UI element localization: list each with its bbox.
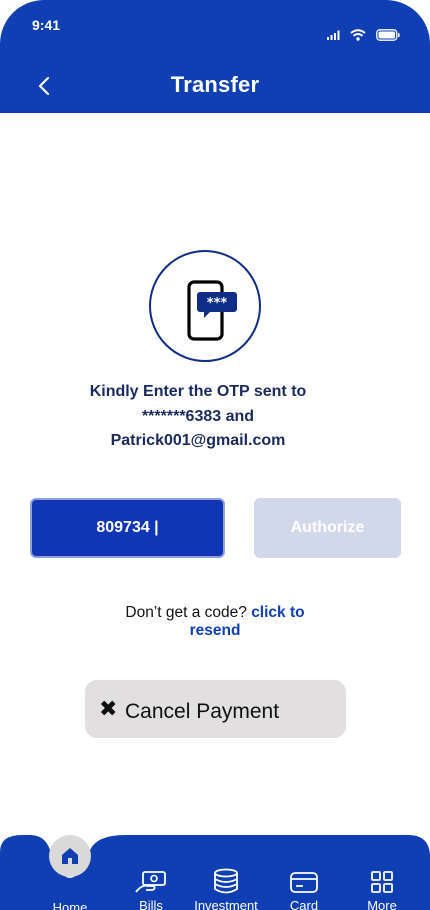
tab-bills[interactable]: Bills xyxy=(111,868,191,910)
tab-more[interactable]: More xyxy=(342,868,422,910)
cancel-payment-label: Cancel Payment xyxy=(125,700,280,723)
status-icons xyxy=(327,29,400,41)
page-title: Transfer xyxy=(170,72,260,97)
more-icon xyxy=(371,871,393,893)
phone-screen: 9:41 Transfer *** Kindly Enter the OTP s… xyxy=(0,0,430,910)
battery-icon xyxy=(376,29,400,41)
header: 9:41 Transfer xyxy=(0,0,430,113)
close-icon: ✖ xyxy=(99,696,118,721)
otp-input[interactable]: 809734 | xyxy=(30,498,225,558)
card-icon xyxy=(290,872,318,893)
otp-message: Kindly Enter the OTP sent to *******6383… xyxy=(89,383,307,449)
tab-card[interactable]: Card xyxy=(264,868,344,910)
home-icon xyxy=(62,848,78,864)
tab-card-label: Card xyxy=(289,898,319,910)
phone-message-icon: *** xyxy=(187,280,237,341)
authorize-button[interactable]: Authorize xyxy=(254,498,401,558)
tab-home[interactable] xyxy=(49,835,91,877)
otp-illustration: *** xyxy=(149,250,261,362)
resend-prompt: Don’t get a code? xyxy=(125,604,252,621)
cancel-payment-button[interactable]: ✖ Cancel Payment xyxy=(85,680,346,738)
status-time: 9:41 xyxy=(32,17,61,33)
signal-icon xyxy=(327,30,340,40)
tab-investment[interactable]: Investment xyxy=(186,868,266,910)
tab-bills-label: Bills xyxy=(139,898,163,910)
wifi-icon xyxy=(350,29,366,41)
tab-home-label: Home xyxy=(52,900,88,910)
tab-more-label: More xyxy=(367,898,397,910)
otp-bubble-text: *** xyxy=(207,296,228,311)
investment-icon xyxy=(214,868,238,894)
bills-icon xyxy=(135,871,166,893)
tab-investment-label: Investment xyxy=(194,898,258,910)
resend-row: Don’t get a code? click to resend xyxy=(100,604,330,640)
